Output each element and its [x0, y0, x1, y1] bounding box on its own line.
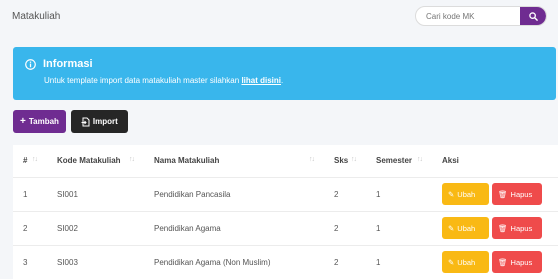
pencil-icon: ✎ [448, 223, 455, 233]
info-message: Untuk template import data matakuliah ma… [44, 76, 242, 85]
delete-button[interactable]: 🗑 Hapus [492, 251, 542, 274]
cell-sks: 2 [334, 257, 339, 267]
cell-nama: Pendidikan Pancasila [154, 189, 231, 199]
trash-icon: 🗑 [498, 189, 508, 199]
cell-aksi: ✎ Ubah 🗑 Hapus [432, 211, 558, 245]
column-header-sks[interactable]: Sks ↑↓ [324, 145, 366, 177]
add-button-label: Tambah [28, 117, 59, 126]
table-row: 3 SI003 Pendidikan Agama (Non Muslim) 2 … [13, 245, 558, 279]
info-title: Informasi [43, 58, 93, 70]
edit-button[interactable]: ✎ Ubah [442, 217, 489, 239]
info-circle-icon [25, 58, 36, 70]
cell-sks: 2 [334, 189, 339, 199]
delete-button[interactable]: 🗑 Hapus [492, 183, 542, 205]
cell-semester: 1 [376, 189, 381, 199]
column-header-nama[interactable]: Nama Matakuliah ↑↓ [144, 145, 324, 177]
cell-nama: Pendidikan Agama (Non Muslim) [154, 257, 271, 267]
delete-button[interactable]: 🗑 Hapus [492, 217, 542, 239]
cell-aksi: ✎ Ubah 🗑 Hapus [432, 245, 558, 279]
cell-nama: Pendidikan Agama [154, 223, 221, 233]
info-alert: Informasi Untuk template import data mat… [13, 47, 556, 100]
plus-icon: + [20, 115, 26, 127]
cell-semester: 1 [376, 223, 381, 233]
info-suffix: . [281, 76, 284, 85]
info-text: Untuk template import data matakuliah ma… [25, 76, 544, 85]
edit-button[interactable]: ✎ Ubah [442, 183, 489, 205]
cell-no: 2 [23, 223, 28, 233]
column-header-kode[interactable]: Kode Matakuliah ↑↓ [47, 145, 144, 177]
sort-icon: ↑↓ [129, 156, 135, 164]
template-link[interactable]: lihat disini [241, 76, 281, 85]
cell-no: 1 [23, 189, 28, 199]
matakuliah-table: # ↑↓ Kode Matakuliah ↑↓ Nama Matakuliah ↑↓ … [13, 145, 558, 279]
cell-semester: 1 [376, 257, 381, 267]
sort-icon: ↑↓ [32, 156, 38, 164]
pencil-icon: ✎ [448, 189, 455, 199]
column-header-aksi: Aksi [442, 156, 459, 166]
table-row: 1 SI001 Pendidikan Pancasila 2 1 ✎ Ubah 🗑… [13, 177, 558, 211]
cell-no: 3 [23, 257, 28, 267]
sort-icon: ↑↓ [351, 156, 357, 164]
top-bar: Matakuliah [0, 0, 558, 32]
trash-icon: 🗑 [498, 257, 508, 267]
cell-aksi: ✎ Ubah 🗑 Hapus [432, 177, 558, 211]
cell-kode: SI003 [57, 257, 78, 267]
cell-kode: SI002 [57, 223, 78, 233]
sort-icon: ↑↓ [309, 156, 315, 164]
search-box [415, 6, 547, 26]
import-button[interactable]: Import [70, 110, 128, 133]
search-button[interactable] [520, 7, 546, 25]
search-icon [528, 11, 538, 21]
cell-kode: SI001 [57, 189, 78, 199]
column-header-semester[interactable]: Semester ↑↓ [366, 145, 432, 177]
file-import-icon [81, 117, 90, 126]
search-input[interactable] [416, 7, 520, 25]
add-button[interactable]: + Tambah [13, 110, 66, 133]
page-title: Matakuliah [12, 10, 61, 22]
import-button-label: Import [92, 117, 118, 126]
cell-sks: 2 [334, 223, 339, 233]
column-header-no[interactable]: # ↑↓ [13, 145, 47, 177]
action-buttons: + Tambah Import [13, 110, 128, 133]
table-row: 2 SI002 Pendidikan Agama 2 1 ✎ Ubah 🗑 Hapu… [13, 211, 558, 245]
trash-icon: 🗑 [498, 223, 508, 233]
edit-button[interactable]: ✎ Ubah [442, 251, 489, 274]
sort-icon: ↑↓ [417, 156, 423, 164]
table-header-row: # ↑↓ Kode Matakuliah ↑↓ Nama Matakuliah ↑↓ … [13, 145, 558, 177]
pencil-icon: ✎ [448, 257, 455, 267]
